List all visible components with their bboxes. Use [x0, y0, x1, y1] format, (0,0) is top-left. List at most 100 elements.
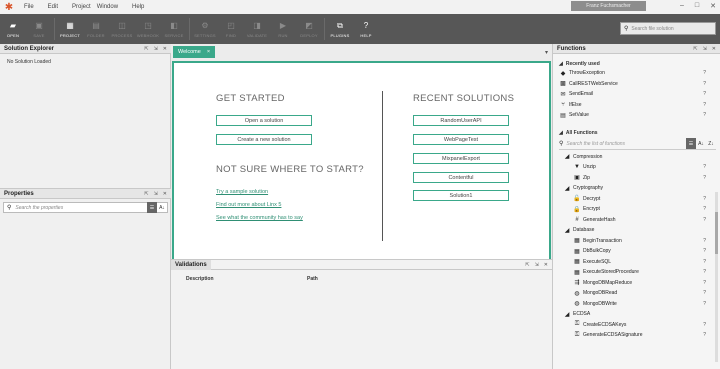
float-icon[interactable]: ⇲ [154, 191, 158, 197]
recently-used-section[interactable]: ◢ Recently used [553, 60, 720, 68]
help-icon[interactable]: ? [703, 102, 706, 108]
all-functions-section[interactable]: ◢ All Functions [553, 129, 720, 137]
sort-alpha-button[interactable]: A↓ [157, 202, 167, 213]
function-item[interactable]: ▩ CallRESTWebService? [553, 79, 720, 90]
column-description[interactable]: Description [186, 276, 307, 282]
function-item[interactable]: ⑂ IfElse? [553, 100, 720, 111]
column-path[interactable]: Path [307, 276, 318, 282]
toolbar-find-button[interactable]: ◰ FIND [218, 14, 244, 44]
help-icon[interactable]: ? [703, 164, 706, 170]
toolbar-validate-button[interactable]: ◨ VALIDATE [244, 14, 270, 44]
function-category[interactable]: ◢ Compression [553, 152, 720, 163]
toolbar-webhook-button[interactable]: ◳ WEBHOOK [135, 14, 161, 44]
function-item[interactable]: ⚿ GenerateECDSASignature? [553, 330, 720, 341]
menu-window[interactable]: Window [97, 4, 118, 10]
pin-icon[interactable]: ⇱ [144, 191, 148, 197]
toolbar-service-button[interactable]: ◧ SERVICE [161, 14, 187, 44]
function-category[interactable]: ◢ ECDSA [553, 309, 720, 320]
community-link[interactable]: See what the community has to say [216, 215, 303, 221]
function-category[interactable]: ◢ Database [553, 225, 720, 236]
toolbar-settings-button[interactable]: ⚙ SETTINGS [192, 14, 218, 44]
menu-file[interactable]: File [24, 4, 34, 10]
help-icon[interactable]: ? [703, 196, 706, 202]
function-item[interactable]: ▦ ExecuteStoredProcedure? [553, 267, 720, 278]
functions-search-field[interactable]: ⚲ Search the list of functions ☰ A↓ Z↓ [559, 138, 716, 150]
help-icon[interactable]: ? [703, 91, 706, 97]
function-item[interactable]: ◍ MongoDBWrite? [553, 299, 720, 310]
function-category[interactable]: ◢ Cryptography [553, 183, 720, 194]
tab-list-icon[interactable]: ▾ [545, 49, 552, 58]
sort-alpha-button[interactable]: A↓ [696, 138, 706, 149]
recent-solution-button[interactable]: WebPageTest [413, 134, 509, 145]
functions-scrollbar[interactable] [715, 192, 718, 362]
help-icon[interactable]: ? [703, 175, 706, 181]
collapse-icon[interactable]: ◢ [559, 61, 563, 67]
help-icon[interactable]: ? [703, 322, 706, 328]
validations-tab[interactable]: Validations [171, 259, 211, 270]
collapse-icon[interactable]: ◢ [563, 227, 571, 234]
toolbar-folder-button[interactable]: ▤ FOLDER [83, 14, 109, 44]
collapse-icon[interactable]: ◢ [563, 153, 571, 160]
close-panel-icon[interactable]: ✕ [163, 191, 167, 197]
function-item[interactable]: ⚿ CreateECDSAKeys? [553, 320, 720, 331]
new-solution-button[interactable]: Create a new solution [216, 134, 312, 145]
sort-category-button[interactable]: ☰ [686, 138, 696, 149]
user-name-badge[interactable]: Franz Fuchsmacher [571, 1, 646, 11]
sort-category-button[interactable]: ☰ [147, 202, 157, 213]
close-icon[interactable]: ✕ [710, 2, 716, 10]
function-item[interactable]: ✉ SendEmail? [553, 89, 720, 100]
toolbar-project-button[interactable]: ▦ PROJECT [57, 14, 83, 44]
pin-icon[interactable]: ⇱ [144, 46, 148, 52]
float-icon[interactable]: ⇲ [703, 46, 707, 52]
toolbar-process-button[interactable]: ◫ PROCESS [109, 14, 135, 44]
help-icon[interactable]: ? [703, 332, 706, 338]
help-icon[interactable]: ? [703, 70, 706, 76]
help-icon[interactable]: ? [703, 280, 706, 286]
collapse-icon[interactable]: ◢ [559, 130, 563, 136]
minimize-icon[interactable]: – [680, 2, 684, 10]
function-item[interactable]: ▼ Unzip? [553, 162, 720, 173]
sample-solution-link[interactable]: Try a sample solution [216, 189, 268, 195]
toolbar-deploy-button[interactable]: ◩ DEPLOY [296, 14, 322, 44]
maximize-icon[interactable]: □ [695, 2, 699, 10]
solution-search-input[interactable]: ⚲ Search file solution [620, 22, 716, 35]
help-icon[interactable]: ? [703, 112, 706, 118]
collapse-icon[interactable]: ◢ [563, 311, 571, 318]
help-icon[interactable]: ? [703, 259, 706, 265]
float-icon[interactable]: ⇲ [154, 46, 158, 52]
function-item[interactable]: ▣ Zip? [553, 173, 720, 184]
function-item[interactable]: ▦ ExecuteSQL? [553, 257, 720, 268]
help-icon[interactable]: ? [703, 217, 706, 223]
function-item[interactable]: ▦ BeginTransaction? [553, 236, 720, 247]
pin-icon[interactable]: ⇱ [525, 262, 529, 268]
float-icon[interactable]: ⇲ [535, 262, 539, 268]
function-item[interactable]: ▦ DbBulkCopy? [553, 246, 720, 257]
recent-solution-button[interactable]: MixpanelExport [413, 153, 509, 164]
recent-solution-button[interactable]: RandomUserAPI [413, 115, 509, 126]
learn-more-link[interactable]: Find out more about Linx 5 [216, 202, 281, 208]
help-icon[interactable]: ? [703, 301, 706, 307]
function-item[interactable]: ◆ ThrowException? [553, 68, 720, 79]
help-icon[interactable]: ? [703, 81, 706, 87]
close-panel-icon[interactable]: ✕ [544, 262, 548, 268]
recent-solution-button[interactable]: Contentful [413, 172, 509, 183]
toolbar-help-button[interactable]: ? HELP [353, 14, 379, 44]
toolbar-plugins-button[interactable]: ⧉ PLUGINS [327, 14, 353, 44]
sort-alpha-desc-button[interactable]: Z↓ [706, 138, 716, 149]
toolbar-save-button[interactable]: ▣ SAVE [26, 14, 52, 44]
function-item[interactable]: 🔒 Encrypt? [553, 204, 720, 215]
function-item[interactable]: ◍ MongoDBRead? [553, 288, 720, 299]
close-panel-icon[interactable]: ✕ [712, 46, 716, 52]
tab-welcome[interactable]: Welcome × [173, 46, 216, 58]
menu-edit[interactable]: Edit [48, 4, 58, 10]
function-item[interactable]: ⇶ MongoDBMapReduce? [553, 278, 720, 289]
function-item[interactable]: ▤ SetValue? [553, 110, 720, 121]
collapse-icon[interactable]: ◢ [563, 185, 571, 192]
help-icon[interactable]: ? [703, 290, 706, 296]
close-tab-icon[interactable]: × [207, 49, 210, 55]
function-item[interactable]: 🔓 Decrypt? [553, 194, 720, 205]
help-icon[interactable]: ? [703, 238, 706, 244]
open-solution-button[interactable]: Open a solution [216, 115, 312, 126]
toolbar-open-button[interactable]: ▰ OPEN [0, 14, 26, 44]
properties-search-field[interactable]: ⚲ Search the properties ☰ A↓ [3, 202, 168, 213]
